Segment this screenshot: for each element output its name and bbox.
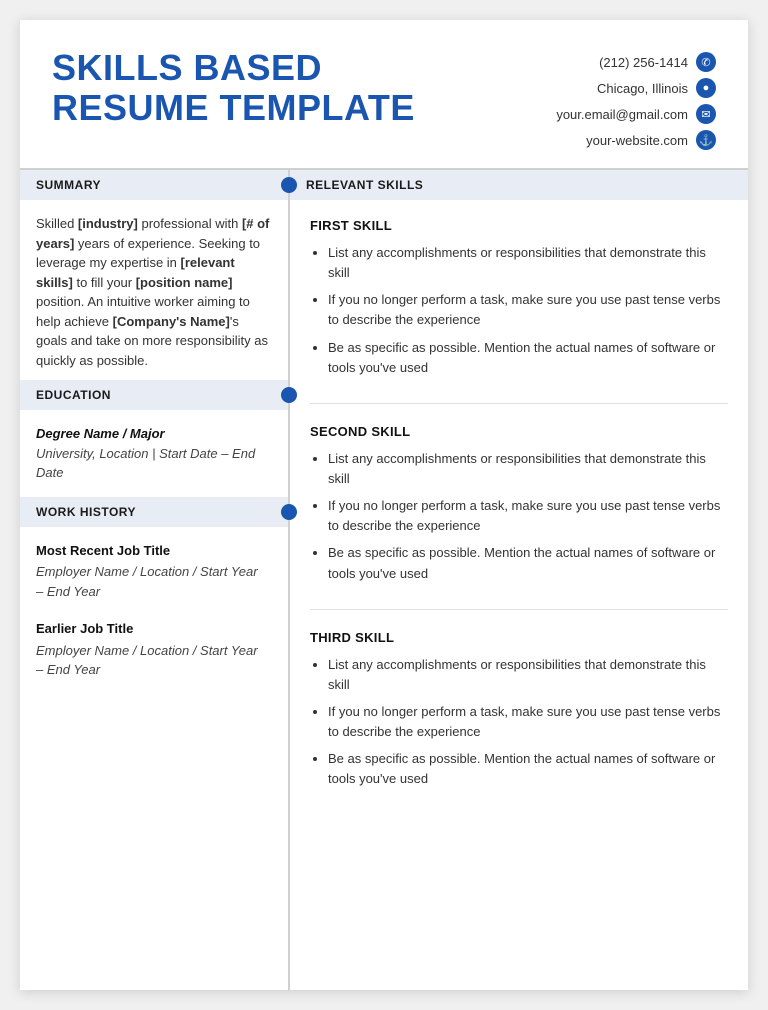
- education-label: EDUCATION: [36, 388, 111, 402]
- email-icon: ✉: [696, 104, 716, 124]
- summary-bold-years: [# of years]: [36, 216, 269, 251]
- contact-email-row: your.email@gmail.com ✉: [556, 104, 716, 124]
- summary-bold-company: [Company's Name]: [113, 314, 230, 329]
- skill-3-list: List any accomplishments or responsibili…: [310, 655, 728, 790]
- skill-2-list: List any accomplishments or responsibili…: [310, 449, 728, 584]
- body: SUMMARY Skilled [industry] professional …: [20, 170, 748, 990]
- website-text: your-website.com: [586, 133, 688, 148]
- skill-3-bullet-3: Be as specific as possible. Mention the …: [328, 749, 728, 789]
- skill-2-bullet-3: Be as specific as possible. Mention the …: [328, 543, 728, 583]
- skill-divider-1: [310, 403, 728, 404]
- website-icon: ⚓: [696, 130, 716, 150]
- left-column: SUMMARY Skilled [industry] professional …: [20, 170, 290, 990]
- university-name: University, Location | Start Date – End …: [36, 444, 272, 483]
- summary-section-header: SUMMARY: [20, 170, 288, 200]
- summary-bold-industry: [industry]: [78, 216, 138, 231]
- summary-dot: [281, 177, 297, 193]
- skill-1-list: List any accomplishments or responsibili…: [310, 243, 728, 378]
- work-history-label: WORK HISTORY: [36, 505, 136, 519]
- skill-divider-2: [310, 609, 728, 610]
- education-dot: [281, 387, 297, 403]
- skill-section-1: FIRST SKILL List any accomplishments or …: [290, 214, 748, 403]
- degree-name: Degree Name / Major: [36, 424, 272, 444]
- skill-2-title: SECOND SKILL: [310, 424, 728, 439]
- relevant-skills-label: RELEVANT SKILLS: [306, 178, 423, 192]
- education-content: Degree Name / Major University, Location…: [20, 424, 288, 483]
- resume-page: SKILLS BASED RESUME TEMPLATE (212) 256-1…: [20, 20, 748, 990]
- skill-1-bullet-1: List any accomplishments or responsibili…: [328, 243, 728, 283]
- header-title: SKILLS BASED RESUME TEMPLATE: [52, 48, 415, 127]
- work-job-1: Most Recent Job Title Employer Name / Lo…: [20, 541, 288, 602]
- resume-title: SKILLS BASED RESUME TEMPLATE: [52, 48, 415, 127]
- relevant-skills-header: RELEVANT SKILLS: [290, 170, 748, 200]
- skill-section-2: SECOND SKILL List any accomplishments or…: [290, 420, 748, 609]
- location-text: Chicago, Illinois: [597, 81, 688, 96]
- job-2-employer: Employer Name / Location / Start Year– E…: [36, 641, 272, 680]
- summary-text: Skilled [industry] professional with [# …: [36, 214, 272, 370]
- work-history-dot: [281, 504, 297, 520]
- contact-phone-row: (212) 256-1414 ✆: [599, 52, 716, 72]
- skill-3-bullet-2: If you no longer perform a task, make su…: [328, 702, 728, 742]
- skill-3-bullet-1: List any accomplishments or responsibili…: [328, 655, 728, 695]
- phone-icon: ✆: [696, 52, 716, 72]
- skill-1-bullet-3: Be as specific as possible. Mention the …: [328, 338, 728, 378]
- header-contact: (212) 256-1414 ✆ Chicago, Illinois ● you…: [556, 48, 716, 150]
- skill-1-bullet-2: If you no longer perform a task, make su…: [328, 290, 728, 330]
- summary-label: SUMMARY: [36, 178, 101, 192]
- job-1-title: Most Recent Job Title: [36, 541, 272, 561]
- summary-content: Skilled [industry] professional with [# …: [20, 214, 288, 370]
- phone-text: (212) 256-1414: [599, 55, 688, 70]
- skill-section-3: THIRD SKILL List any accomplishments or …: [290, 626, 748, 815]
- location-icon: ●: [696, 78, 716, 98]
- work-job-2: Earlier Job Title Employer Name / Locati…: [20, 619, 288, 680]
- summary-bold-position: [position name]: [136, 275, 233, 290]
- email-text: your.email@gmail.com: [556, 107, 688, 122]
- skill-2-bullet-1: List any accomplishments or responsibili…: [328, 449, 728, 489]
- skill-1-title: FIRST SKILL: [310, 218, 728, 233]
- right-column: RELEVANT SKILLS FIRST SKILL List any acc…: [290, 170, 748, 990]
- header: SKILLS BASED RESUME TEMPLATE (212) 256-1…: [20, 20, 748, 170]
- education-section-header: EDUCATION: [20, 380, 288, 410]
- job-1-employer: Employer Name / Location / Start Year– E…: [36, 562, 272, 601]
- work-history-section-header: WORK HISTORY: [20, 497, 288, 527]
- job-2-title: Earlier Job Title: [36, 619, 272, 639]
- contact-location-row: Chicago, Illinois ●: [597, 78, 716, 98]
- skill-3-title: THIRD SKILL: [310, 630, 728, 645]
- contact-website-row: your-website.com ⚓: [586, 130, 716, 150]
- skill-2-bullet-2: If you no longer perform a task, make su…: [328, 496, 728, 536]
